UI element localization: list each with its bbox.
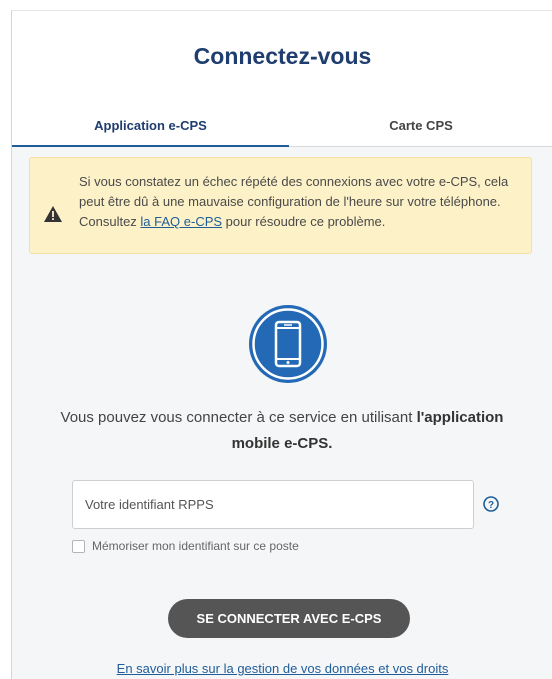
tab-bar: Application e-CPS Carte CPS bbox=[12, 106, 552, 147]
connect-ecps-button[interactable]: SE CONNECTER AVEC E-CPS bbox=[168, 599, 410, 638]
svg-text:?: ? bbox=[488, 500, 494, 511]
faq-ecps-link[interactable]: la FAQ e-CPS bbox=[140, 214, 222, 229]
intro-text: Vous pouvez vous connecter à ce service … bbox=[42, 405, 522, 457]
warning-alert: Si vous constatez un échec répété des co… bbox=[29, 157, 532, 254]
remember-row: Mémoriser mon identifiant sur ce poste bbox=[72, 537, 299, 555]
remember-checkbox[interactable] bbox=[72, 539, 85, 553]
rpps-identifier-input[interactable] bbox=[72, 480, 474, 529]
warning-icon bbox=[44, 206, 62, 222]
tab-content: Si vous constatez un échec répété des co… bbox=[12, 147, 552, 679]
question-icon[interactable]: ? bbox=[483, 496, 499, 512]
page-title: Connectez-vous bbox=[193, 43, 372, 69]
alert-text-after: pour résoudre ce problème. bbox=[222, 214, 386, 229]
tab-application-ecps[interactable]: Application e-CPS bbox=[12, 106, 289, 146]
remember-label: Mémoriser mon identifiant sur ce poste bbox=[92, 539, 299, 553]
intro-text-regular: Vous pouvez vous connecter à ce service … bbox=[60, 409, 417, 426]
tab-carte-cps[interactable]: Carte CPS bbox=[289, 106, 552, 146]
login-panel: Connectez-vous Application e-CPS Carte C… bbox=[11, 10, 552, 679]
smartphone-icon bbox=[249, 305, 327, 383]
data-rights-link[interactable]: En savoir plus sur la gestion de vos don… bbox=[12, 661, 552, 676]
alert-message: Si vous constatez un échec répété des co… bbox=[79, 172, 527, 232]
